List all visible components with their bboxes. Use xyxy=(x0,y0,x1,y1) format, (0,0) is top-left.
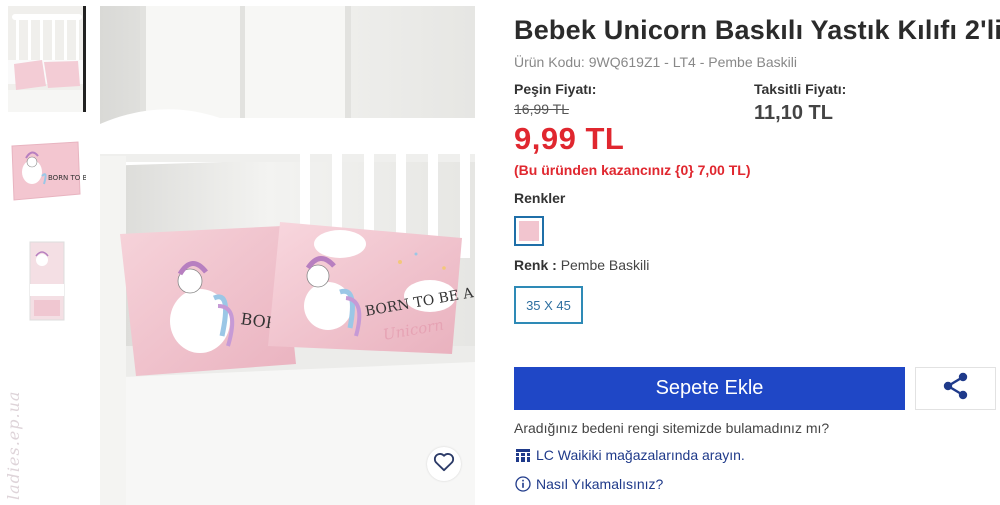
thumbnail-list: BORN TO BE ladies.ep.ua xyxy=(0,0,90,505)
current-price: 9,99 TL xyxy=(514,121,625,156)
cash-price-label: Peşin Fiyatı: xyxy=(514,81,597,97)
thumbnail-1[interactable] xyxy=(8,6,86,112)
product-code: Ürün Kodu: 9WQ619Z1 - LT4 - Pembe Baskil… xyxy=(514,54,797,70)
thumbnail-3[interactable] xyxy=(8,236,86,326)
store-icon xyxy=(514,446,532,464)
main-product-image[interactable]: BORN TO BE BORN TO BE A Unicorn xyxy=(100,6,475,505)
heart-icon xyxy=(433,452,455,477)
selected-color-value: Pembe Baskili xyxy=(560,257,650,273)
product-title: Bebek Unicorn Baskılı Yastık Kılıfı 2'li xyxy=(514,15,1000,45)
product-info: Bebek Unicorn Baskılı Yastık Kılıfı 2'li… xyxy=(514,0,1000,505)
selected-color: Renk : Pembe Baskili xyxy=(514,257,649,273)
selected-color-label: Renk : xyxy=(514,257,557,273)
thumbnail-2[interactable]: BORN TO BE xyxy=(8,126,86,222)
saving-text: (Bu üründen kazancınız {0} 7,00 TL) xyxy=(514,162,751,178)
info-icon xyxy=(514,475,532,493)
store-search-link-label: LC Waikiki mağazalarında arayın. xyxy=(536,447,745,463)
size-option[interactable]: 35 X 45 xyxy=(514,286,583,324)
color-swatch-fill xyxy=(519,221,539,241)
colors-label: Renkler xyxy=(514,190,566,206)
color-swatch[interactable] xyxy=(514,216,544,246)
washing-info-link-label: Nasıl Yıkamalısınız? xyxy=(536,476,664,492)
share-icon xyxy=(943,372,969,405)
thumbnail-2-text: BORN TO BE xyxy=(48,174,86,182)
store-search-link[interactable]: LC Waikiki mağazalarında arayın. xyxy=(514,446,745,464)
not-found-text: Aradığınız bedeni rengi sitemizde bulama… xyxy=(514,420,830,436)
washing-info-link[interactable]: Nasıl Yıkamalısınız? xyxy=(514,475,663,493)
installment-price: 11,10 TL xyxy=(754,102,833,124)
installment-price-label: Taksitli Fiyatı: xyxy=(754,81,847,97)
old-price: 16,99 TL xyxy=(514,101,570,117)
share-button[interactable] xyxy=(915,367,996,410)
product-page: BORN TO BE ladies.ep.ua xyxy=(0,0,1000,505)
favorite-button[interactable] xyxy=(427,447,461,481)
watermark: ladies.ep.ua xyxy=(4,390,23,500)
add-to-cart-button[interactable]: Sepete Ekle xyxy=(514,367,905,410)
